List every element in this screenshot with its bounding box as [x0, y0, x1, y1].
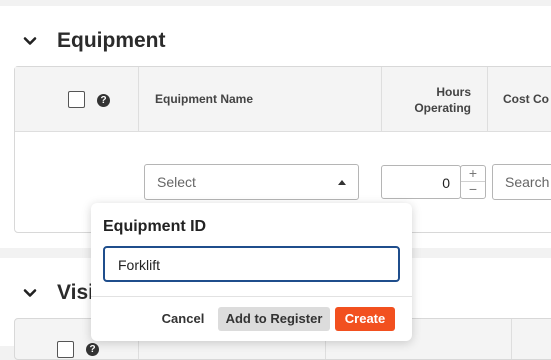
select-all-checkbox[interactable] [57, 341, 74, 358]
decrement-icon[interactable]: − [461, 182, 485, 197]
second-section-title: Visi [57, 281, 94, 304]
select-all-checkbox[interactable] [68, 91, 85, 108]
chevron-down-icon[interactable] [22, 33, 38, 49]
column-header-equipment-name[interactable]: Equipment Name [155, 92, 253, 106]
question-circle-icon[interactable]: ? [86, 343, 99, 356]
cost-code-search[interactable]: Search [492, 164, 551, 200]
equipment-id-input[interactable]: Forklift [103, 246, 400, 282]
equipment-id-popover: Equipment ID Forklift Cancel Add to Regi… [91, 203, 412, 341]
equipment-section-header[interactable]: Equipment [22, 29, 166, 53]
chevron-down-icon[interactable] [22, 285, 38, 301]
hours-operating-input[interactable]: 0 [381, 165, 461, 199]
cancel-button[interactable]: Cancel [156, 307, 210, 331]
popover-divider [91, 296, 412, 297]
popover-title: Equipment ID [103, 218, 207, 235]
question-circle-icon[interactable]: ? [97, 94, 110, 107]
create-button[interactable]: Create [335, 307, 395, 331]
column-header-hours-operating[interactable]: Hours Operating [391, 84, 471, 116]
hours-stepper[interactable]: + − [460, 165, 486, 199]
equipment-name-select[interactable]: Select [144, 164, 359, 200]
add-to-register-button[interactable]: Add to Register [218, 307, 330, 331]
increment-icon[interactable]: + [461, 166, 485, 182]
equipment-section-title: Equipment [57, 29, 166, 52]
column-header-cost-code[interactable]: Cost Co [503, 92, 549, 106]
caret-up-icon [338, 180, 346, 185]
equipment-table-header: ? Equipment Name Hours Operating Cost Co [15, 67, 551, 132]
second-section-header[interactable]: Visi [22, 281, 94, 305]
